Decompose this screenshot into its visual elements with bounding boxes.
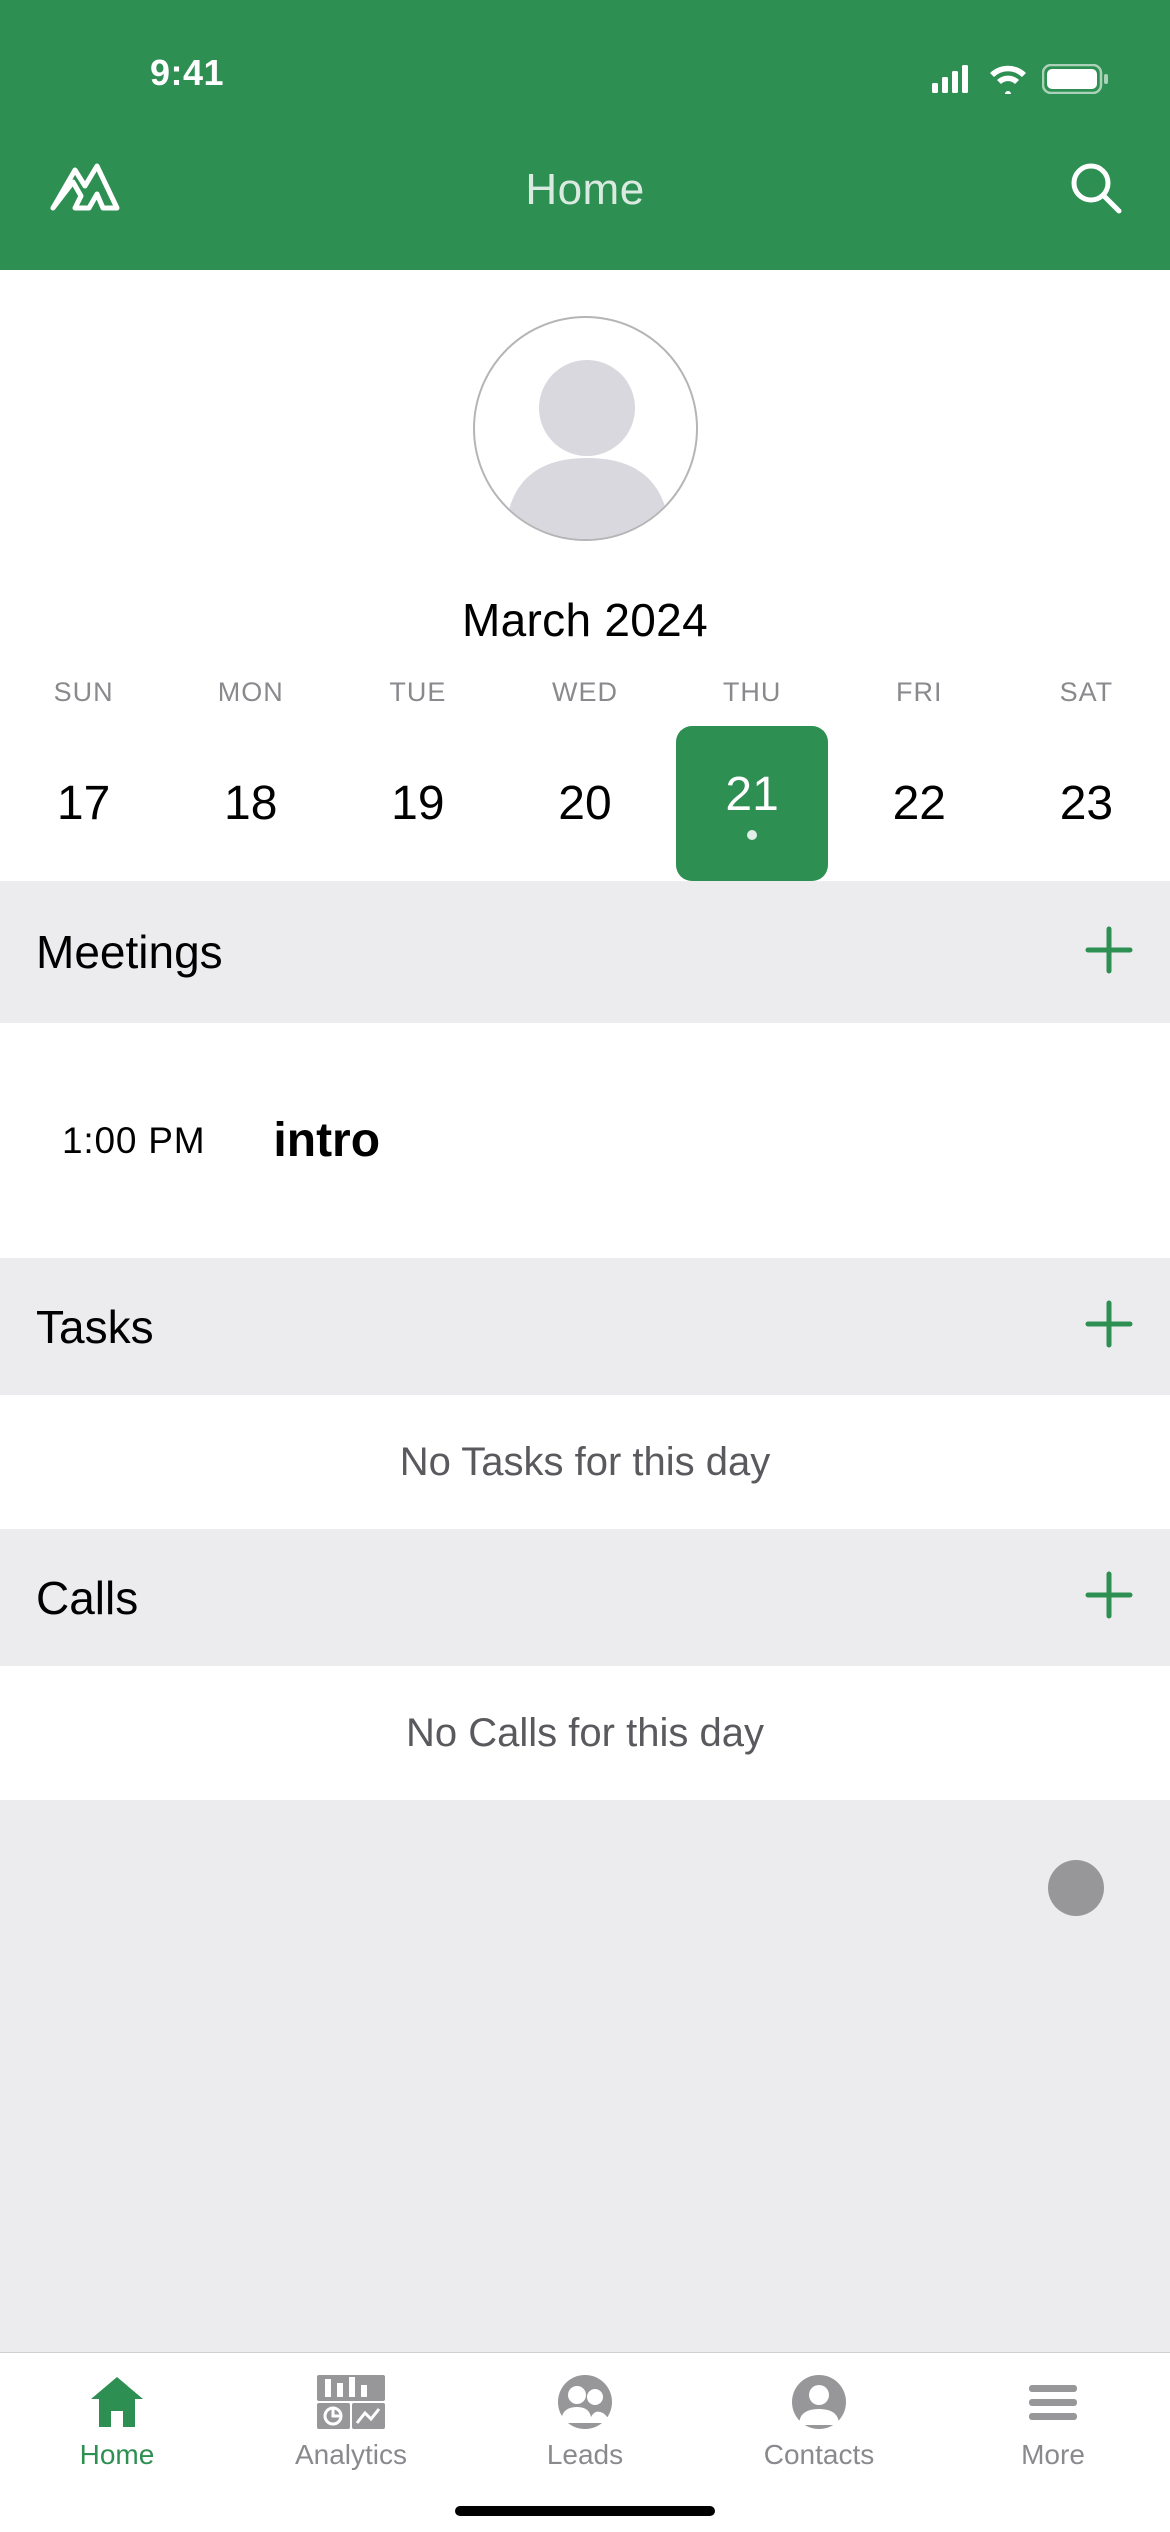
tab-label: Leads: [547, 2439, 623, 2471]
tasks-title: Tasks: [36, 1300, 154, 1354]
floating-action-dot[interactable]: [1048, 1860, 1104, 1916]
week-header: SUN MON TUE WED THU FRI SAT: [0, 677, 1170, 726]
empty-filler: [0, 1800, 1170, 2352]
contacts-icon: [787, 2373, 851, 2431]
home-icon: [85, 2373, 149, 2431]
analytics-icon: [315, 2373, 387, 2431]
weekday-label: SAT: [1003, 677, 1170, 726]
cellular-icon: [932, 65, 974, 93]
meeting-time: 1:00 PM: [62, 1120, 205, 1162]
status-icons: [932, 64, 1110, 94]
month-label: March 2024: [0, 541, 1170, 677]
home-indicator: [455, 2506, 715, 2516]
nav-title: Home: [135, 165, 1035, 215]
date-18[interactable]: 18: [167, 776, 334, 831]
calls-header: Calls: [0, 1529, 1170, 1666]
add-meeting-button[interactable]: [1084, 925, 1134, 980]
wifi-icon: [988, 64, 1028, 94]
weekday-label: MON: [167, 677, 334, 726]
date-19[interactable]: 19: [334, 776, 501, 831]
plus-icon: [1084, 1299, 1134, 1349]
weekday-label: THU: [669, 677, 836, 726]
avatar-container: [0, 270, 1170, 541]
tab-bar: Home Analytics: [0, 2352, 1170, 2532]
date-22[interactable]: 22: [836, 776, 1003, 831]
avatar[interactable]: [473, 316, 698, 541]
meeting-title: intro: [273, 1113, 380, 1168]
add-call-button[interactable]: [1084, 1570, 1134, 1625]
event-indicator-dot: [747, 830, 757, 840]
week-dates: 17 18 19 20 21 22 23: [0, 726, 1170, 881]
battery-icon: [1042, 64, 1110, 94]
status-time: 9:41: [150, 52, 224, 94]
calls-title: Calls: [36, 1571, 138, 1625]
zia-logo-icon[interactable]: [45, 160, 125, 221]
tab-label: Home: [80, 2439, 155, 2471]
date-17[interactable]: 17: [0, 776, 167, 831]
date-21-selected[interactable]: 21: [669, 726, 836, 881]
tab-contacts[interactable]: Contacts: [702, 2373, 936, 2471]
tab-leads[interactable]: Leads: [468, 2373, 702, 2471]
weekday-label: TUE: [334, 677, 501, 726]
plus-icon: [1084, 1570, 1134, 1620]
weekday-label: SUN: [0, 677, 167, 726]
plus-icon: [1084, 925, 1134, 975]
weekday-label: FRI: [836, 677, 1003, 726]
weekday-label: WED: [501, 677, 668, 726]
tasks-empty: No Tasks for this day: [0, 1395, 1170, 1529]
tab-home[interactable]: Home: [0, 2373, 234, 2471]
search-icon[interactable]: [1067, 159, 1125, 222]
status-bar: 9:41: [0, 0, 1170, 110]
leads-icon: [553, 2373, 617, 2431]
nav-bar: Home: [0, 110, 1170, 270]
more-icon: [1021, 2373, 1085, 2431]
tasks-header: Tasks: [0, 1258, 1170, 1395]
date-20[interactable]: 20: [501, 776, 668, 831]
tab-more[interactable]: More: [936, 2373, 1170, 2471]
tab-label: Contacts: [764, 2439, 875, 2471]
tab-label: More: [1021, 2439, 1085, 2471]
date-23[interactable]: 23: [1003, 776, 1170, 831]
meetings-header: Meetings: [0, 881, 1170, 1023]
meeting-row[interactable]: 1:00 PM intro: [0, 1023, 1170, 1258]
calls-empty: No Calls for this day: [0, 1666, 1170, 1800]
tab-analytics[interactable]: Analytics: [234, 2373, 468, 2471]
tab-label: Analytics: [295, 2439, 407, 2471]
add-task-button[interactable]: [1084, 1299, 1134, 1354]
meetings-title: Meetings: [36, 925, 223, 979]
